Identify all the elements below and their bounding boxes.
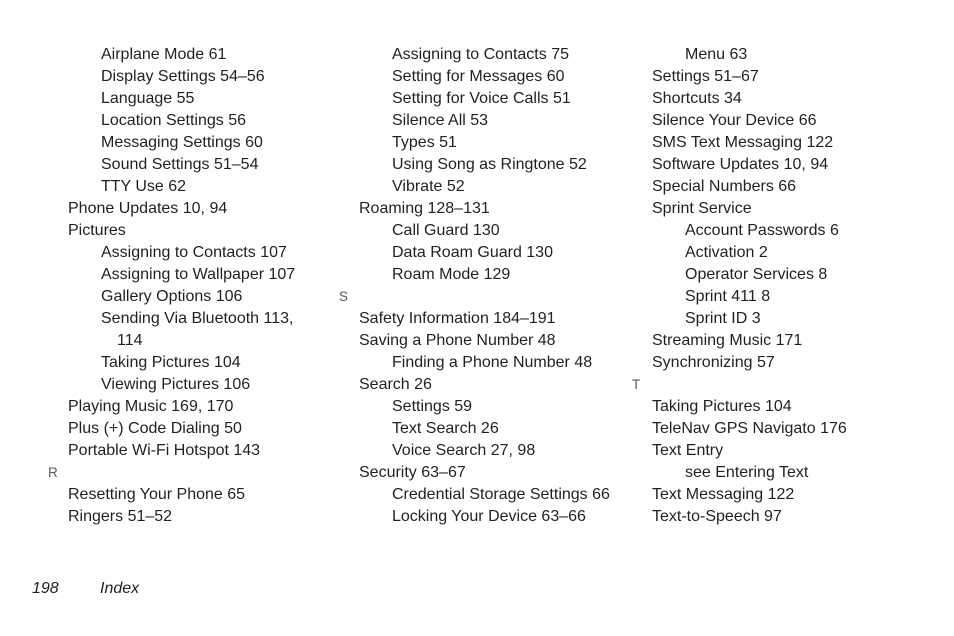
index-entry-main: Shortcuts 34 [652, 90, 742, 107]
index-entry-sub: Roam Mode 129 [392, 266, 511, 283]
index-entry-main: Sprint Service [652, 200, 752, 217]
index-entry-sub: Sprint ID 3 [685, 310, 761, 327]
index-entry-sub: Vibrate 52 [392, 178, 465, 195]
index-column-1: Airplane Mode 61 Display Settings 54–56 La… [48, 44, 323, 528]
index-entry-main: Taking Pictures 104 [652, 398, 792, 415]
index-entry-sub: Types 51 [392, 134, 457, 151]
page-footer: 198 Index [32, 580, 139, 598]
index-entry-main: Roaming 128–131 [359, 200, 490, 217]
index-entry-sub: Settings 59 [392, 398, 473, 415]
index-entry-sub: Setting for Voice Calls 51 [392, 90, 571, 107]
index-column-2: Assigning to Contacts 75 Setting for Mess… [339, 44, 614, 528]
index-entry-sub: TTY Use 62 [101, 178, 187, 195]
index-entry-main: Plus (+) Code Dialing 50 [68, 420, 242, 437]
index-entry-sub: Using Song as Ringtone 52 [392, 156, 587, 173]
index-entry-sub: Voice Search 27, 98 [392, 442, 536, 459]
index-entry-main: Safety Information 184–191 [359, 310, 556, 327]
index-entry-sub: Account Passwords 6 [685, 222, 839, 239]
index-entry-sub: Setting for Messages 60 [392, 68, 565, 85]
index-entry-sub: Locking Your Device 63–66 [392, 508, 586, 525]
index-entry-main: Text-to-Speech 97 [652, 508, 782, 525]
index-page: Airplane Mode 61 Display Settings 54–56 La… [0, 0, 954, 636]
index-entry-main: Software Updates 10, 94 [652, 156, 829, 173]
index-entry-sub: Language 55 [101, 90, 195, 107]
index-entry-sub: Airplane Mode 61 [101, 46, 227, 63]
index-entry-main: Silence Your Device 66 [652, 112, 817, 129]
index-entry-sub: Menu 63 [685, 46, 748, 63]
index-entry-sub: see Entering Text [685, 464, 809, 481]
index-entry-main: Text Entry [652, 442, 724, 459]
index-entry-main: Special Numbers 66 [652, 178, 797, 195]
index-entry-main: Security 63–67 [359, 464, 466, 481]
index-entry-sub: Assigning to Contacts 107 [101, 244, 287, 261]
index-entry-sub: Display Settings 54–56 [101, 68, 265, 85]
index-entry-sub: Call Guard 130 [392, 222, 500, 239]
index-entry-sub: Sending Via Bluetooth 113, 114 [101, 310, 298, 349]
index-entry-main: Ringers 51–52 [68, 508, 173, 525]
index-entry-sub: Messaging Settings 60 [101, 134, 263, 151]
index-column-3: Menu 63 Settings 51–67 Shortcuts 34 Silence… [632, 44, 924, 528]
index-letter-heading: R [48, 465, 58, 480]
index-entry-sub: Gallery Options 106 [101, 288, 243, 305]
index-entry-sub: Assigning to Wallpaper 107 [101, 266, 296, 283]
footer-page-number: 198 [32, 580, 59, 597]
index-entry-main: Playing Music 169, 170 [68, 398, 234, 415]
index-entry-sub: Text Search 26 [392, 420, 499, 437]
index-entry-sub: Location Settings 56 [101, 112, 246, 129]
footer-label: Index [100, 580, 140, 597]
index-entry-main: Resetting Your Phone 65 [68, 486, 246, 503]
index-entry-main: Settings 51–67 [652, 68, 759, 85]
index-entry-main: Saving a Phone Number 48 [359, 332, 556, 349]
index-entry-sub: Finding a Phone Number 48 [392, 354, 593, 371]
index-entry-sub: Silence All 53 [392, 112, 489, 129]
index-entry-sub: Operator Services 8 [685, 266, 828, 283]
index-letter-heading: T [632, 377, 641, 392]
index-entry-sub: Viewing Pictures 106 [101, 376, 251, 393]
index-entry-main: Portable Wi-Fi Hotspot 143 [68, 442, 261, 459]
index-entry-sub: Taking Pictures 104 [101, 354, 241, 371]
index-entry-sub: Sound Settings 51–54 [101, 156, 259, 173]
index-entry-main: Pictures [68, 222, 126, 239]
index-entry-main: Search 26 [359, 376, 432, 393]
index-entry-sub: Activation 2 [685, 244, 768, 261]
index-entry-main: Streaming Music 171 [652, 332, 803, 349]
index-entry-main: Text Messaging 122 [652, 486, 795, 503]
index-entry-sub: Credential Storage Settings 66 [392, 486, 610, 503]
index-entry-sub: Data Roam Guard 130 [392, 244, 553, 261]
index-entry-sub: Assigning to Contacts 75 [392, 46, 569, 63]
index-entry-main: Phone Updates 10, 94 [68, 200, 228, 217]
index-entry-main: TeleNav GPS Navigato 176 [652, 420, 847, 437]
index-entry-sub: Sprint 411 8 [685, 288, 771, 305]
index-entry-main: SMS Text Messaging 122 [652, 134, 834, 151]
index-entry-main: Synchronizing 57 [652, 354, 775, 371]
index-letter-heading: S [339, 289, 349, 304]
